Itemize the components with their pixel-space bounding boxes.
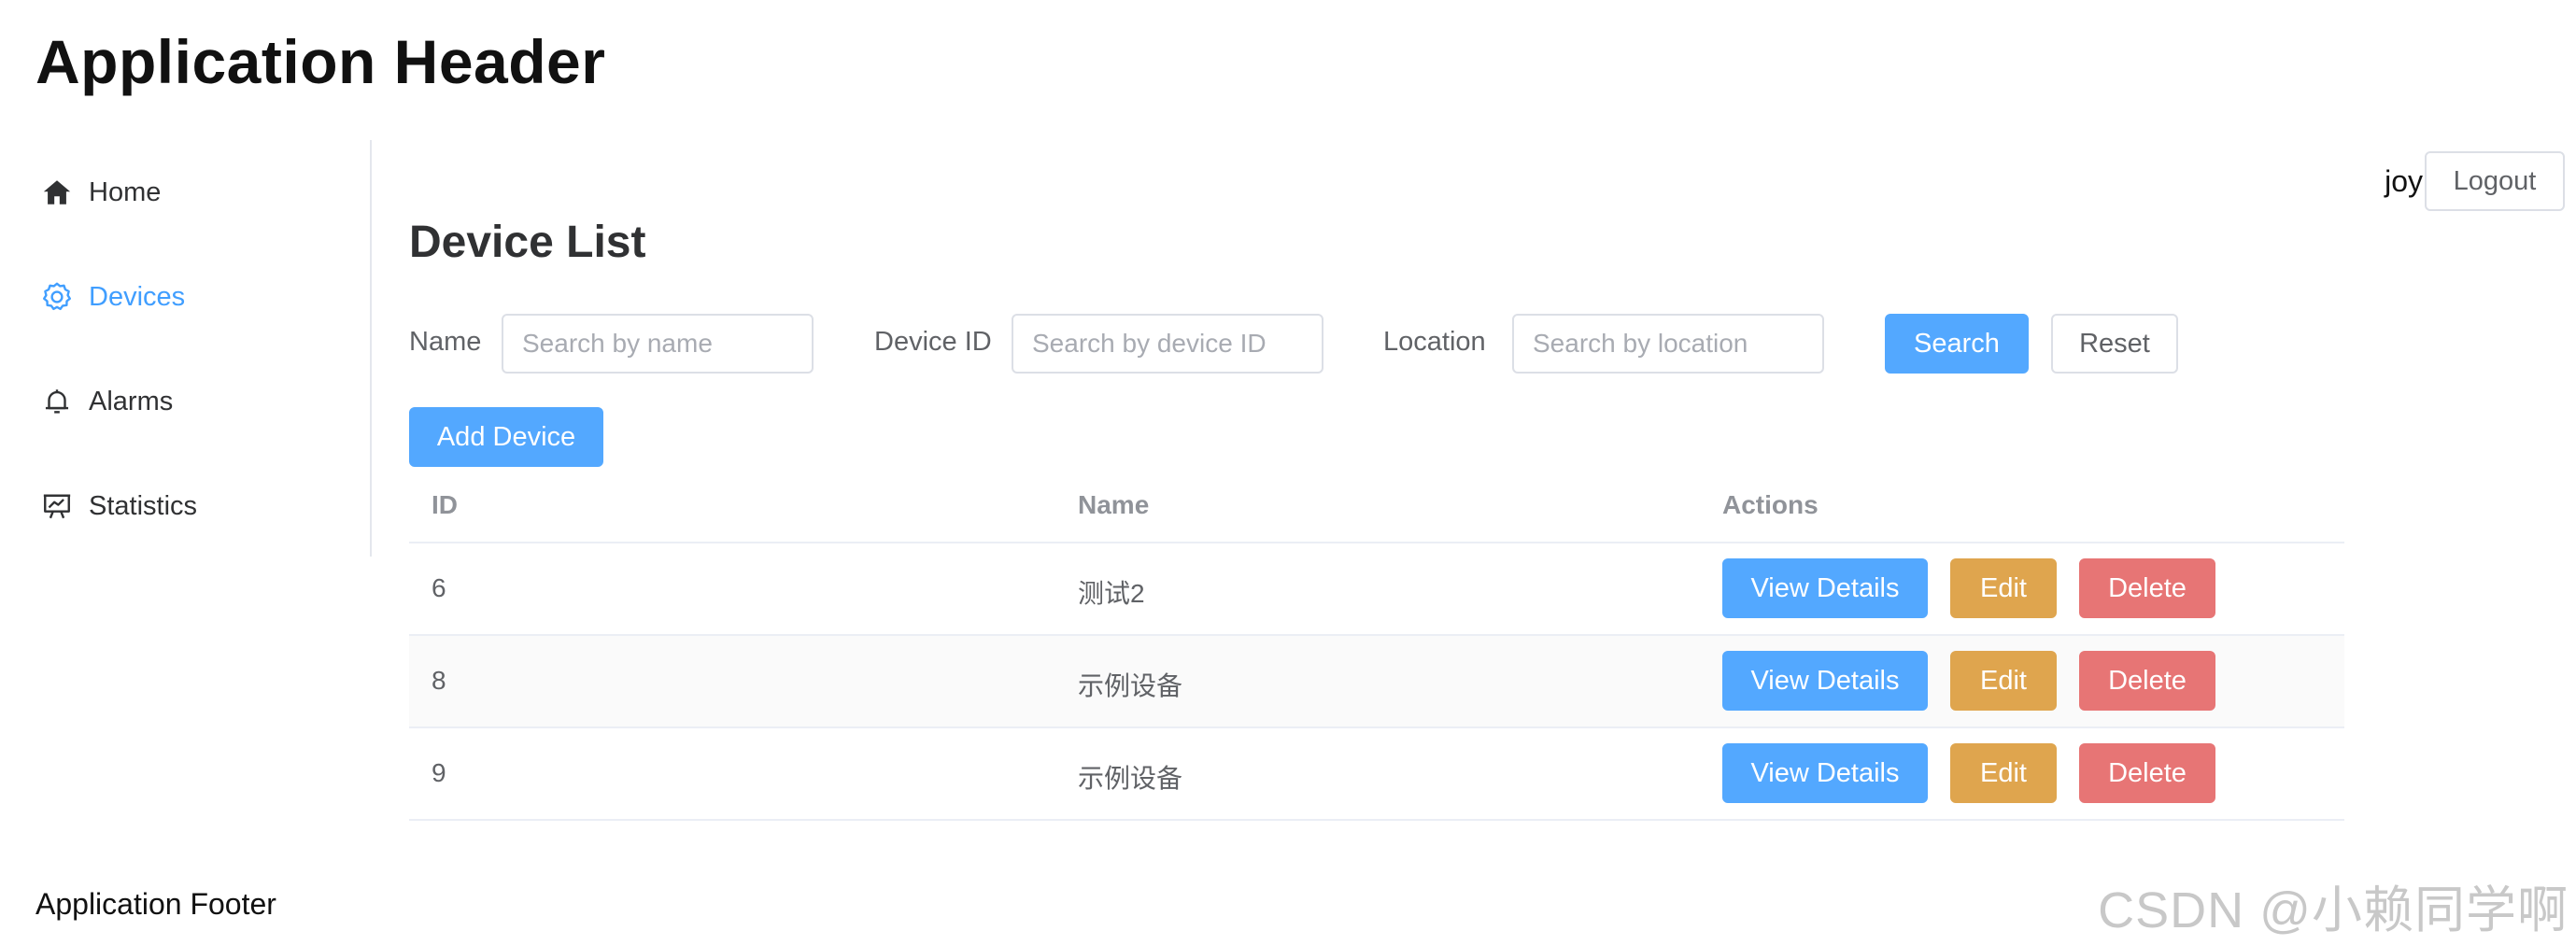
reset-button[interactable]: Reset (2051, 314, 2178, 374)
edit-button[interactable]: Edit (1950, 743, 2057, 803)
sidebar-item-label: Statistics (89, 490, 198, 521)
table-header: ID Name Actions (409, 472, 2344, 543)
app-header-title: Application Header (35, 27, 606, 96)
gear-icon (39, 279, 75, 315)
add-device-button[interactable]: Add Device (409, 407, 603, 467)
device-id-search-input[interactable] (1012, 314, 1323, 374)
column-header-name: Name (1078, 490, 1150, 519)
column-header-id: ID (432, 490, 458, 519)
sidebar-item-statistics[interactable]: Statistics (0, 454, 370, 558)
sidebar-item-label: Home (89, 176, 162, 207)
device-id-filter-label: Device ID (874, 327, 992, 357)
table-row: 8 示例设备 View Details Edit Delete (409, 636, 2344, 728)
home-icon (39, 175, 75, 210)
location-filter-label: Location (1383, 327, 1486, 357)
name-search-input[interactable] (502, 314, 814, 374)
sidebar-item-label: Devices (89, 281, 186, 312)
row-actions: View Details Edit Delete (1722, 558, 2215, 618)
watermark: CSDN @小赖同学啊 (2098, 882, 2569, 938)
search-button[interactable]: Search (1885, 314, 2029, 374)
row-actions: View Details Edit Delete (1722, 651, 2215, 711)
location-search-input[interactable] (1512, 314, 1824, 374)
name-filter-label: Name (409, 327, 482, 357)
view-details-button[interactable]: View Details (1722, 651, 1928, 711)
sidebar-menu: Home Devices Alarms Statistics (0, 140, 372, 557)
sidebar-item-label: Alarms (89, 386, 174, 416)
row-actions: View Details Edit Delete (1722, 743, 2215, 803)
sidebar-item-home[interactable]: Home (0, 140, 370, 245)
edit-button[interactable]: Edit (1950, 651, 2057, 711)
device-id-cell: 9 (432, 758, 446, 787)
username: joy (2385, 163, 2423, 198)
device-table: ID Name Actions 6 测试2 View Details Edit … (409, 472, 2344, 821)
delete-button[interactable]: Delete (2079, 651, 2215, 711)
table-row: 9 示例设备 View Details Edit Delete (409, 728, 2344, 821)
device-name-cell: 示例设备 (1078, 764, 1183, 793)
view-details-button[interactable]: View Details (1722, 558, 1928, 618)
user-area: joy Logout (2385, 151, 2565, 211)
device-id-cell: 8 (432, 666, 446, 695)
logout-button[interactable]: Logout (2425, 151, 2565, 211)
delete-button[interactable]: Delete (2079, 743, 2215, 803)
column-header-actions: Actions (1722, 490, 1819, 519)
sidebar-item-alarms[interactable]: Alarms (0, 349, 370, 454)
table-row: 6 测试2 View Details Edit Delete (409, 543, 2344, 636)
edit-button[interactable]: Edit (1950, 558, 2057, 618)
device-id-cell: 6 (432, 573, 446, 602)
delete-button[interactable]: Delete (2079, 558, 2215, 618)
device-name-cell: 示例设备 (1078, 671, 1183, 700)
presentation-chart-icon (39, 488, 75, 524)
bell-icon (39, 384, 75, 419)
sidebar-item-devices[interactable]: Devices (0, 245, 370, 349)
page-title: Device List (409, 218, 646, 267)
app-footer: Application Footer (35, 887, 276, 921)
device-name-cell: 测试2 (1078, 579, 1145, 608)
view-details-button[interactable]: View Details (1722, 743, 1928, 803)
